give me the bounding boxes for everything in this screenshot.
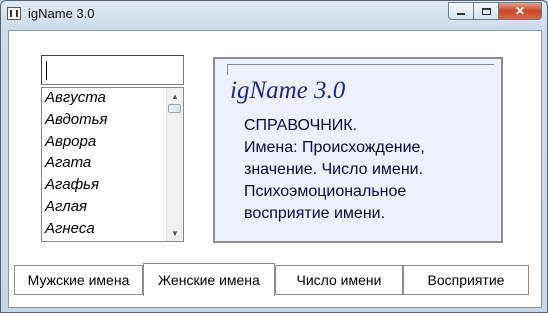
info-frame-line [227, 64, 494, 75]
close-button[interactable]: ✕ [499, 2, 542, 20]
scroll-up-icon[interactable]: ▲ [167, 88, 183, 104]
scroll-down-icon[interactable]: ▼ [167, 225, 183, 241]
window-title: igName 3.0 [28, 6, 95, 21]
search-input[interactable] [41, 55, 184, 85]
info-line: СПРАВОЧНИК. [244, 117, 358, 134]
minimize-icon [457, 13, 465, 15]
list-item[interactable]: Аврора [45, 133, 96, 151]
tab-perception[interactable]: Восприятие [403, 265, 529, 295]
caption-buttons: ✕ [448, 2, 542, 20]
tab-female-names[interactable]: Женские имена [143, 263, 275, 296]
app-icon[interactable] [7, 7, 21, 20]
info-line: Имена: Происхождение, [244, 139, 425, 156]
names-listbox[interactable]: Августа Авдотья Аврора Агата Агафья Агла… [41, 87, 184, 242]
info-panel: igName 3.0 СПРАВОЧНИК. Имена: Происхожде… [213, 57, 503, 243]
title-bar[interactable]: igName 3.0 ✕ [1, 1, 547, 29]
list-scrollbar[interactable]: ▲ ▼ [166, 88, 183, 241]
maximize-button[interactable] [474, 2, 499, 20]
list-item[interactable]: Агата [45, 154, 91, 172]
maximize-icon [481, 7, 491, 15]
info-title: igName 3.0 [230, 77, 346, 104]
info-line: восприятие имени. [244, 205, 386, 222]
tab-name-number[interactable]: Число имени [275, 265, 403, 295]
minimize-button[interactable] [448, 2, 474, 20]
text-caret [46, 61, 47, 80]
list-item[interactable]: Аглая [45, 198, 87, 216]
tab-male-names[interactable]: Мужские имена [14, 265, 143, 295]
list-item[interactable]: Агнеса [45, 220, 95, 238]
scroll-thumb[interactable] [168, 104, 181, 113]
info-line: значение. Число имени. [244, 161, 424, 178]
app-window: igName 3.0 ✕ Августа Авдотья Аврора Агат… [0, 0, 548, 313]
list-item[interactable]: Агафья [45, 176, 99, 194]
info-line: Психоэмоциональное [244, 183, 407, 200]
list-item[interactable]: Августа [45, 89, 106, 107]
list-item[interactable]: Авдотья [45, 111, 108, 129]
close-icon: ✕ [514, 4, 526, 18]
